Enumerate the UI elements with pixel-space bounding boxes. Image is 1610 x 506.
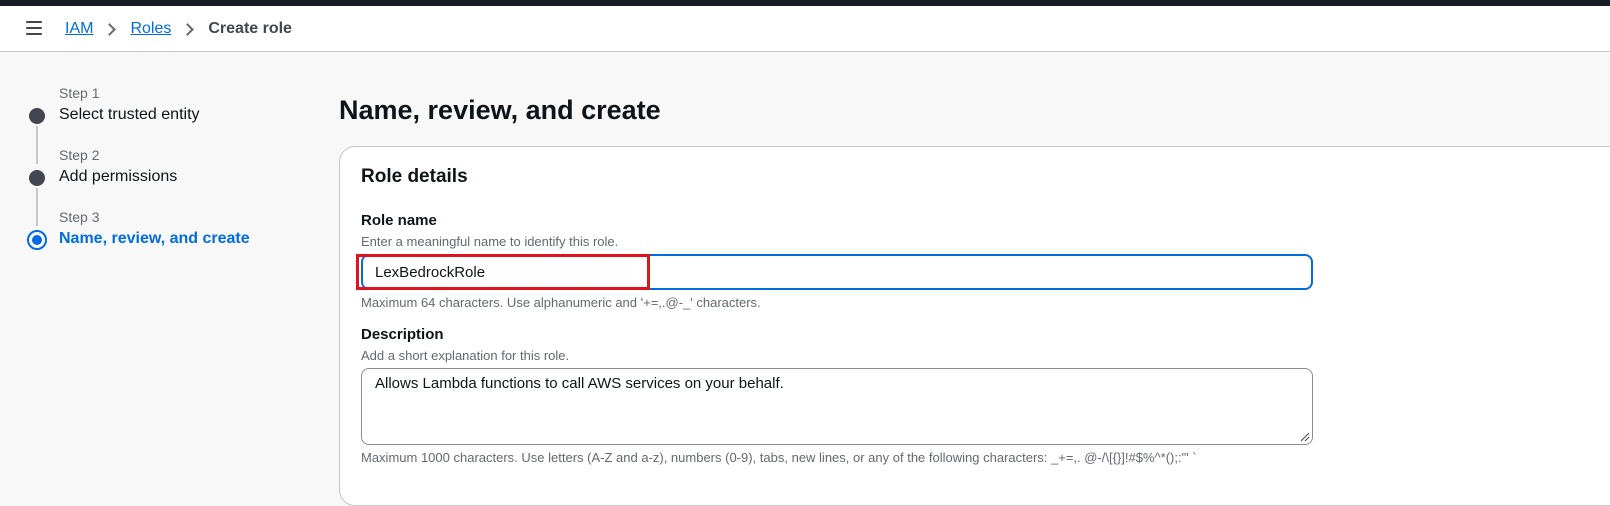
step-number: Step 1 xyxy=(59,85,100,101)
chevron-right-icon xyxy=(103,22,117,36)
breadcrumb-link-iam[interactable]: IAM xyxy=(65,20,93,38)
description-constraint: Maximum 1000 characters. Use letters (A-… xyxy=(361,450,1197,465)
role-details-panel: Role details Role name Enter a meaningfu… xyxy=(339,146,1610,506)
resize-handle-icon[interactable] xyxy=(1300,432,1310,442)
breadcrumb-bar: IAM Roles Create role xyxy=(0,6,1610,52)
description-hint: Add a short explanation for this role. xyxy=(361,348,570,363)
role-name-constraint: Maximum 64 characters. Use alphanumeric … xyxy=(361,295,761,310)
breadcrumb: IAM Roles Create role xyxy=(65,19,292,39)
role-name-label: Role name xyxy=(361,212,437,229)
step-complete-icon xyxy=(29,170,45,186)
breadcrumb-current: Create role xyxy=(208,20,292,37)
wizard-step-2[interactable]: Step 2 Add permissions xyxy=(26,146,316,226)
wizard-step-3: Step 3 Name, review, and create xyxy=(26,208,316,270)
step-label: Select trusted entity xyxy=(59,106,200,123)
breadcrumb-link-roles[interactable]: Roles xyxy=(130,20,171,38)
panel-heading: Role details xyxy=(361,166,468,187)
step-label: Add permissions xyxy=(59,168,178,185)
description-textarea[interactable]: Allows Lambda functions to call AWS serv… xyxy=(361,368,1313,445)
role-name-input[interactable] xyxy=(361,254,1313,290)
step-number: Step 3 xyxy=(59,209,100,225)
hamburger-menu-icon[interactable] xyxy=(26,21,42,35)
step-label: Name, review, and create xyxy=(59,230,250,247)
page-title: Name, review, and create xyxy=(339,95,661,125)
step-complete-icon xyxy=(29,108,45,124)
wizard-steps: Step 1 Select trusted entity Step 2 Add … xyxy=(26,84,316,270)
step-current-icon xyxy=(27,230,47,250)
description-label: Description xyxy=(361,326,444,343)
chevron-right-icon xyxy=(181,22,195,36)
step-number: Step 2 xyxy=(59,147,100,163)
wizard-step-1[interactable]: Step 1 Select trusted entity xyxy=(26,84,316,164)
role-name-description: Enter a meaningful name to identify this… xyxy=(361,234,619,249)
